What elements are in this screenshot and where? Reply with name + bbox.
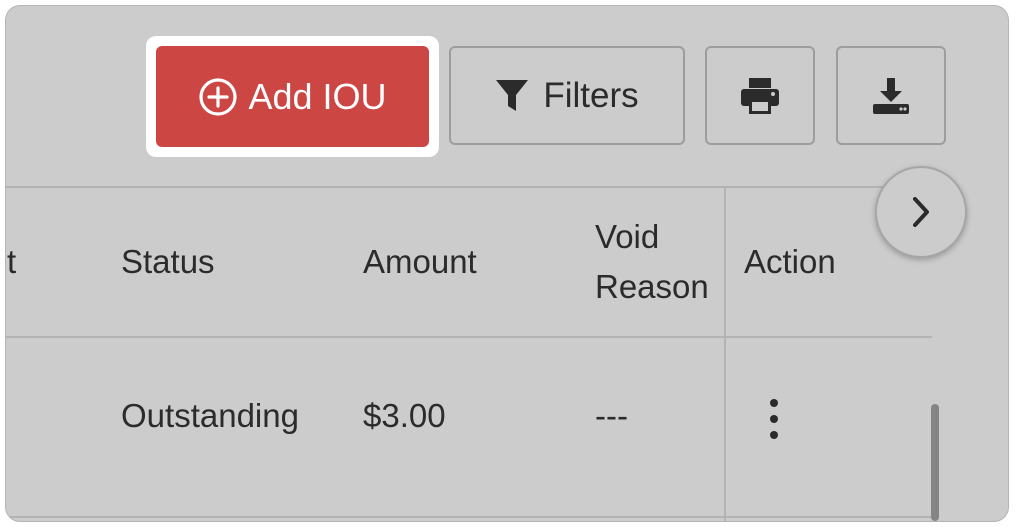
scroll-right-button[interactable] <box>875 166 967 258</box>
printer-icon <box>741 77 779 114</box>
amount-cell: $3.00 <box>363 397 446 434</box>
download-icon <box>873 77 909 114</box>
void-reason-column-header-line1: Void <box>595 218 660 255</box>
table-top-border <box>6 186 932 188</box>
funnel-icon <box>496 79 529 111</box>
filters-label: Filters <box>543 75 639 115</box>
status-column-header: Status <box>121 243 215 280</box>
amount-column-header: Amount <box>363 243 477 280</box>
partial-column-header: t <box>7 243 17 280</box>
chevron-right-icon <box>913 197 929 227</box>
void-reason-cell: --- <box>595 397 628 434</box>
void-reason-column-header-line2: Reason <box>595 268 709 305</box>
plus-circle-icon <box>199 77 238 116</box>
row-bottom-border <box>6 516 932 518</box>
add-iou-label: Add IOU <box>248 75 387 117</box>
action-column-divider <box>724 186 726 521</box>
app-frame: Add IOU Filters t Status Amount Void Rea… <box>6 6 1008 521</box>
vertical-scrollbar-thumb[interactable] <box>931 404 939 521</box>
filters-button[interactable]: Filters <box>449 46 685 145</box>
download-button[interactable] <box>836 46 946 145</box>
action-column-header: Action <box>744 243 836 280</box>
print-button[interactable] <box>705 46 815 145</box>
add-iou-button[interactable]: Add IOU <box>156 46 429 147</box>
toolbar: Add IOU Filters <box>6 6 1008 186</box>
header-bottom-border <box>6 336 932 338</box>
kebab-menu-icon[interactable] <box>768 399 780 439</box>
status-cell: Outstanding <box>121 397 299 434</box>
